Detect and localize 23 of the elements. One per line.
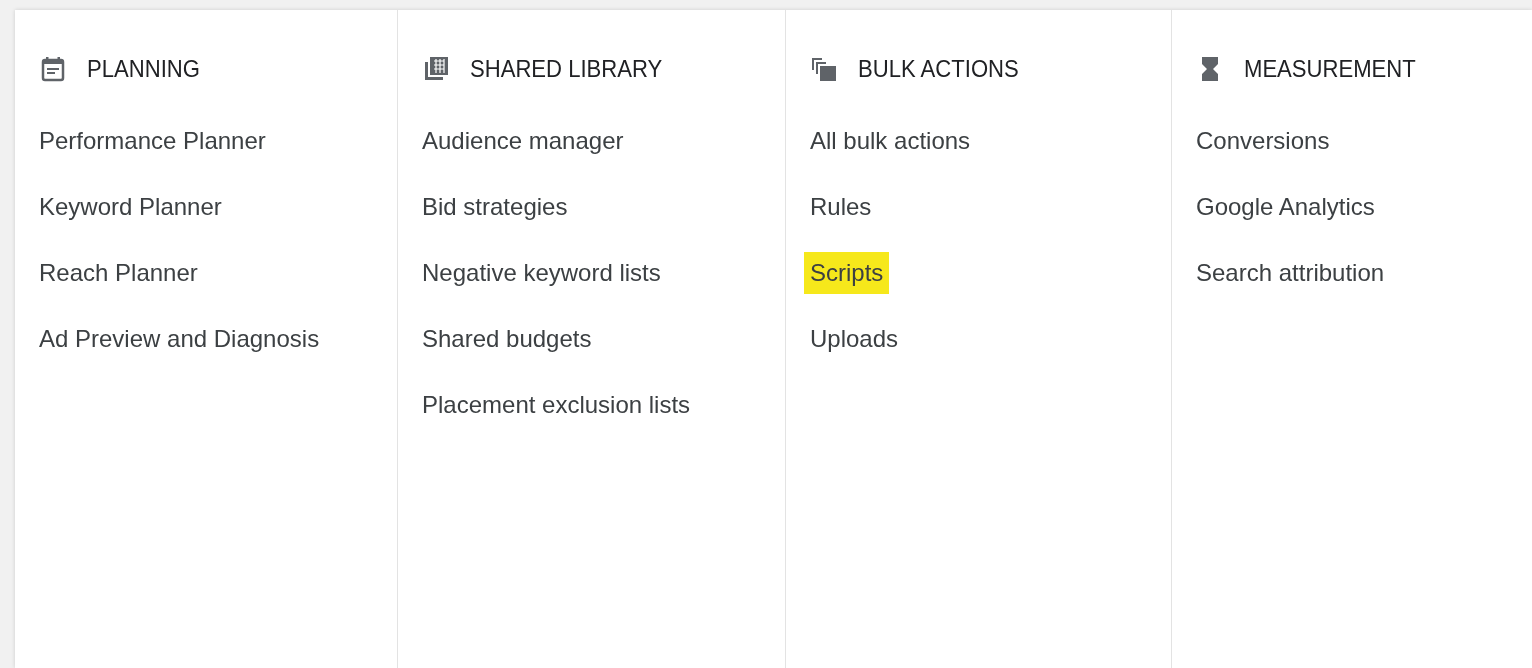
section-title: SHARED LIBRARY [470,54,663,84]
menu-link[interactable]: Uploads [804,318,905,360]
menu-link[interactable]: Google Analytics [1190,186,1381,228]
menu-link[interactable]: Shared budgets [416,318,598,360]
menu-link[interactable]: Performance Planner [33,120,272,162]
section-title: BULK ACTIONS [858,54,1019,84]
section-title: MEASUREMENT [1244,54,1416,84]
menu-link[interactable]: Reach Planner [33,252,204,294]
stacked-squares-icon [810,55,838,83]
section-title: PLANNING [87,54,200,84]
menu-link[interactable]: Placement exclusion lists [416,384,697,426]
menu-link[interactable]: Audience manager [416,120,630,162]
menu-link[interactable]: Conversions [1190,120,1336,162]
menu-link[interactable]: Negative keyword lists [416,252,667,294]
menu-link[interactable]: Keyword Planner [33,186,228,228]
menu-link[interactable]: Rules [804,186,878,228]
calendar-icon [39,55,67,83]
menu-link[interactable]: All bulk actions [804,120,977,162]
menu-link[interactable]: Ad Preview and Diagnosis [33,318,326,360]
menu-link[interactable]: Search attribution [1190,252,1391,294]
menu-link[interactable]: Scripts [804,252,890,294]
library-icon [422,55,450,83]
menu-link[interactable]: Bid strategies [416,186,574,228]
